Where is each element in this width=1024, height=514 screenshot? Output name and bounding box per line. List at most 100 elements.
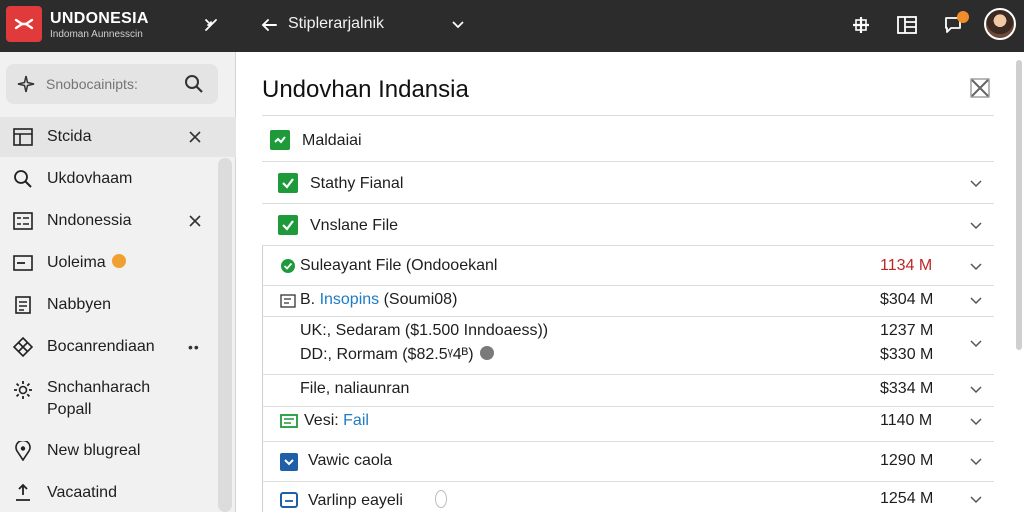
info-icon[interactable] xyxy=(479,346,494,360)
more-options-icon[interactable]: •• xyxy=(188,339,200,355)
row-amount: 1237 M xyxy=(880,322,934,339)
list-icon xyxy=(12,210,34,232)
sidebar-search[interactable] xyxy=(6,64,218,104)
checkbox-checked[interactable] xyxy=(278,173,298,193)
checkbox-checked[interactable] xyxy=(278,215,298,235)
row-amount-line2: $330 M xyxy=(880,346,934,363)
list-item[interactable]: Maldaiai xyxy=(262,128,994,158)
close-icon[interactable] xyxy=(186,128,204,146)
close-icon[interactable] xyxy=(186,212,204,230)
sidebar-item-bocanrendiaan[interactable]: Bocanrendiaan •• xyxy=(0,327,236,367)
row-amount: 1254 M xyxy=(880,490,934,507)
divider xyxy=(262,285,994,286)
add-icon[interactable] xyxy=(850,14,872,36)
divider xyxy=(262,406,994,407)
chevron-down-icon[interactable] xyxy=(968,259,984,275)
row-label-line2: DD:, Rormam ($82.5ᵞ4ᴮ) xyxy=(300,346,494,364)
page-title-dropdown[interactable]: Stiplerarjalnik xyxy=(288,15,384,33)
table-row[interactable]: Vesi: Fail 1140 M xyxy=(262,410,994,436)
divider xyxy=(262,203,994,204)
row-label: Vesi: Fail xyxy=(304,412,369,429)
spreadsheet-icon xyxy=(280,414,298,428)
sidebar-item-label: Vacaatind xyxy=(47,484,117,501)
row-label: Vnslane File xyxy=(310,217,399,234)
chevron-down-icon[interactable] xyxy=(968,336,984,352)
grid-icon xyxy=(12,336,34,358)
chevron-down-icon[interactable] xyxy=(968,382,984,398)
sidebar-item-label: Nndonessia xyxy=(47,212,132,229)
divider xyxy=(262,316,994,317)
chevron-down-icon[interactable] xyxy=(968,176,984,192)
brand-subtitle: Indoman Aunnesscin xyxy=(50,29,143,40)
sidebar-item-new-blugreal[interactable]: New blugreal xyxy=(0,431,236,471)
sidebar-item-label: Uoleima xyxy=(47,254,126,272)
checkbox-checked[interactable] xyxy=(270,130,290,150)
radio-icon[interactable] xyxy=(434,490,447,508)
sidebar-item-vacaatind[interactable]: Vacaatind xyxy=(0,473,236,513)
row-amount: $334 M xyxy=(880,380,934,397)
sidebar-item-label: Ukdovhaam xyxy=(47,170,133,187)
app-logo[interactable] xyxy=(6,6,42,42)
chevron-down-icon[interactable] xyxy=(968,454,984,470)
main-scrollbar[interactable] xyxy=(1016,60,1022,350)
chevron-down-icon[interactable] xyxy=(968,492,984,508)
sidebar-scrollbar[interactable] xyxy=(218,158,232,512)
sidebar-item-label: Snchanharach xyxy=(47,379,151,396)
chevron-down-icon[interactable] xyxy=(968,293,984,309)
table-row[interactable]: B. Insopins (Soumi08) $304 M xyxy=(262,289,994,315)
search-icon xyxy=(12,168,34,190)
row-label: Vawic caola xyxy=(308,452,393,469)
search-icon[interactable] xyxy=(184,74,204,94)
list-item[interactable]: Vnslane File xyxy=(262,212,994,242)
sidebar-item-nabbyen[interactable]: Nabbyen xyxy=(0,285,236,325)
settings-icon xyxy=(12,379,34,401)
inbox-icon xyxy=(280,492,298,508)
card-icon xyxy=(12,252,34,274)
row-link[interactable]: Fail xyxy=(343,412,369,429)
row-label: Stathy Fianal xyxy=(310,175,404,192)
sparkle-icon xyxy=(17,75,35,93)
layout-icon[interactable] xyxy=(896,14,918,36)
sidebar-item-snchanharach[interactable]: Snchanharach Popall xyxy=(0,374,236,426)
upload-icon xyxy=(12,482,34,504)
table-row[interactable]: UK:, Sedaram ($1.500 Inndoaess)) DD:, Ro… xyxy=(262,320,994,372)
chevron-down-icon[interactable] xyxy=(448,15,468,35)
row-label: File, naliaunran xyxy=(300,380,410,397)
sidebar-item-label: Nabbyen xyxy=(47,296,112,313)
divider xyxy=(262,115,994,116)
row-label: UK:, Sedaram ($1.500 Inndoaess)) xyxy=(300,322,549,339)
sidebar-item-label: Stcida xyxy=(47,128,92,145)
row-label: B. Insopins (Soumi08) xyxy=(300,291,458,308)
list-item[interactable]: Stathy Fianal xyxy=(262,170,994,200)
row-amount: 1290 M xyxy=(880,452,934,469)
divider xyxy=(262,161,994,162)
sidebar-item-stcida[interactable]: Stcida xyxy=(0,117,236,157)
sidebar: Stcida Ukdovhaam Nndonessia Uoleima Nabb… xyxy=(0,52,236,512)
file-icon xyxy=(280,294,296,308)
row-label: Varlinp eayeli xyxy=(308,490,447,510)
row-label: Maldaiai xyxy=(302,132,362,149)
close-panel-icon[interactable] xyxy=(968,76,992,100)
sidebar-item-ukdovhaam[interactable]: Ukdovhaam xyxy=(0,159,236,199)
sidebar-item-uoleima[interactable]: Uoleima xyxy=(0,243,236,283)
collapse-icon[interactable] xyxy=(200,14,222,36)
panel-heading: Undovhan Indansia xyxy=(262,76,469,103)
table-row[interactable]: File, naliaunran $334 M xyxy=(262,378,994,404)
chevron-down-icon[interactable] xyxy=(968,414,984,430)
table-row[interactable]: Vawic caola 1290 M xyxy=(262,450,994,476)
row-link[interactable]: Insopins xyxy=(320,291,380,308)
logo-icon xyxy=(14,18,34,30)
checkbox-checked[interactable] xyxy=(280,453,298,471)
back-arrow-icon[interactable] xyxy=(258,14,280,36)
user-avatar[interactable] xyxy=(984,8,1016,40)
chevron-down-icon[interactable] xyxy=(968,218,984,234)
table-row[interactable]: Suleayant File (Ondooekanl 1134 M xyxy=(262,255,994,281)
top-bar: UNDONESIA Indoman Aunnesscin Stiplerarja… xyxy=(0,0,1024,52)
divider xyxy=(262,481,994,482)
row-amount: 1140 M xyxy=(880,412,933,429)
sidebar-item-nndonessia[interactable]: Nndonessia xyxy=(0,201,236,241)
divider xyxy=(262,441,994,442)
search-input[interactable] xyxy=(46,74,176,94)
table-row[interactable]: Varlinp eayeli 1254 M xyxy=(262,488,994,514)
row-amount: $304 M xyxy=(880,291,934,308)
